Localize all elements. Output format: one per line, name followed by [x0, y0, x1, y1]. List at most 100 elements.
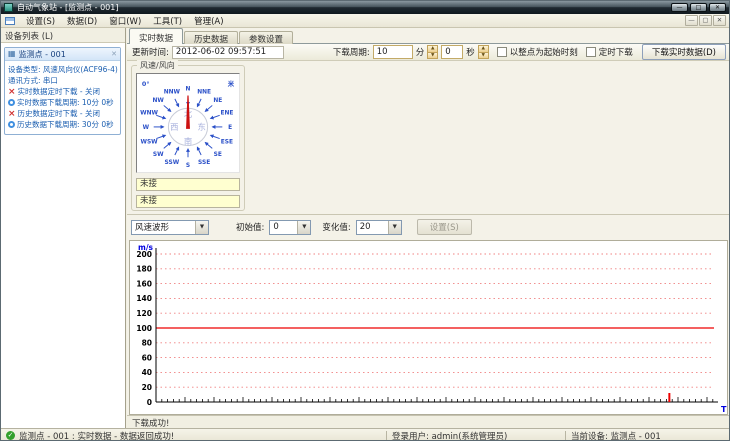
initial-value: 0: [273, 222, 279, 232]
mdi-child-icon: [5, 16, 15, 25]
svg-text:140: 140: [136, 294, 152, 303]
svg-text:ENE: ENE: [220, 110, 233, 116]
update-time-label: 更新时间:: [132, 48, 169, 58]
svg-text:NNW: NNW: [164, 90, 181, 96]
wave-type-value: 风速波形: [135, 223, 170, 233]
spinner-up-icon[interactable]: ▲: [427, 45, 439, 53]
svg-text:60: 60: [142, 353, 152, 362]
schedule-icon: [8, 99, 15, 106]
statusbar-message-text: 监测点 - 001 : 实时数据 - 数据返回成功!: [19, 431, 175, 441]
window-title: 自动气象站 - [监测点 - 001]: [17, 3, 119, 12]
device-info-list: 设备类型: 风速风向仪(ACF96-4) 通讯方式: 串口 × 实时数据定时下载 - …: [5, 61, 120, 134]
wind-compass: 0°米北南西东NNNENEENEEESESESSESSSWSWWSWWWNWNW…: [136, 73, 240, 173]
period-minutes-input[interactable]: 10: [372, 45, 413, 59]
svg-text:40: 40: [142, 368, 152, 377]
svg-text:20: 20: [142, 383, 152, 392]
device-info-line: × 历史数据定时下载 - 关闭: [8, 108, 118, 119]
chevron-down-icon: ▼: [387, 220, 401, 234]
update-time-value: 2012-06-02 09:57:51: [171, 45, 284, 59]
realtime-content: 风速/风向 0°米北南西东NNNENEENEEESESESSESSSWSWWSW…: [127, 60, 729, 429]
svg-text:米: 米: [228, 79, 235, 88]
device-info-text: 历史数据下载周期: 30分 0秒: [17, 120, 114, 129]
menu-item-3[interactable]: 工具(T): [147, 14, 188, 28]
tab-parameter-settings[interactable]: 参数设置: [239, 31, 294, 45]
svg-text:南: 南: [184, 137, 192, 147]
svg-text:NNE: NNE: [197, 90, 211, 96]
mdi-close-button[interactable]: ✕: [713, 15, 726, 26]
app-window: 自动气象站 - [监测点 - 001] — □ ✕ 设置(S) 数据(D) 窗口(W…: [0, 0, 730, 441]
wave-type-select[interactable]: 风速波形 ▼: [131, 219, 209, 235]
mdi-restore-button[interactable]: ▢: [699, 15, 712, 26]
minutes-spinner[interactable]: ▲ ▼: [427, 45, 439, 59]
statusbar-message: ✓ 监测点 - 001 : 实时数据 - 数据返回成功!: [1, 430, 386, 441]
svg-text:东: 东: [198, 122, 206, 132]
tab-history-data[interactable]: 历史数据: [184, 31, 239, 45]
app-icon: [4, 3, 13, 12]
realtime-toolbar: 更新时间: 2012-06-02 09:57:51 下载周期: 10 分 ▲ ▼ …: [127, 43, 729, 61]
tab-realtime-data[interactable]: 实时数据: [129, 28, 184, 44]
svg-text:100: 100: [136, 324, 152, 333]
download-realtime-button[interactable]: 下载实时数据(D): [641, 44, 726, 60]
download-period-label: 下载周期:: [332, 48, 370, 58]
device-list-header: 设备列表 (L): [1, 28, 125, 43]
statusbar-user: 登录用户: admin(系统管理员): [392, 431, 508, 441]
mdi-window-controls: — ▢ ✕: [685, 15, 726, 26]
svg-text:180: 180: [136, 265, 152, 274]
device-list-sidebar: 设备列表 (L) ▦ 监测点 - 001 ✕ 设备类型: 风速风向仪(ACF96…: [1, 28, 126, 428]
period-seconds-input[interactable]: 0: [441, 45, 464, 59]
svg-text:WNW: WNW: [140, 110, 158, 116]
mdi-minimize-button[interactable]: —: [685, 15, 698, 26]
svg-text:N: N: [186, 87, 191, 93]
menu-item-2[interactable]: 窗口(W): [103, 14, 147, 28]
svg-text:ESE: ESE: [221, 140, 233, 146]
svg-text:NW: NW: [152, 98, 164, 104]
seconds-spinner[interactable]: ▲ ▼: [477, 45, 489, 59]
device-info-text: 历史数据定时下载 - 关闭: [17, 109, 101, 118]
svg-text:m/s: m/s: [138, 243, 154, 252]
menu-item-0[interactable]: 设置(S): [20, 14, 61, 28]
maximize-button[interactable]: □: [690, 3, 707, 12]
device-panel-title: 监测点 - 001: [18, 49, 66, 59]
minimize-button[interactable]: —: [671, 3, 688, 12]
start-on-hour-option: 以整点为起始时刻: [496, 46, 578, 58]
disabled-icon: ×: [8, 108, 16, 119]
wind-speed-field: 未接: [136, 178, 240, 191]
close-button[interactable]: ✕: [709, 3, 726, 12]
device-panel-header[interactable]: ▦ 监测点 - 001 ✕: [5, 48, 120, 61]
menu-items: 设置(S) 数据(D) 窗口(W) 工具(T) 管理(A): [20, 14, 230, 28]
device-info-line: 通讯方式: 串口: [8, 75, 118, 86]
spinner-down-icon[interactable]: ▼: [477, 52, 489, 59]
spinner-up-icon[interactable]: ▲: [477, 45, 489, 53]
device-panel[interactable]: ▦ 监测点 - 001 ✕ 设备类型: 风速风向仪(ACF96-4) 通讯方式: …: [4, 47, 121, 135]
minutes-unit-label: 分: [415, 48, 425, 58]
change-value: 20: [359, 222, 371, 232]
device-info-line: 实时数据下载周期: 10分 0秒: [8, 97, 118, 108]
svg-text:T: T: [721, 405, 727, 414]
statusbar-device: 当前设备: 监测点 - 001: [571, 431, 661, 441]
main-panel: 实时数据 历史数据 参数设置 更新时间: 2012-06-02 09:57:51 下…: [127, 28, 729, 429]
svg-text:E: E: [228, 125, 232, 131]
change-value-select[interactable]: 20 ▼: [355, 219, 402, 235]
checkbox-timed-download-label: 定时下载: [598, 48, 633, 58]
settings-button[interactable]: 设置(S): [416, 219, 472, 235]
checkbox-start-on-hour[interactable]: [496, 47, 507, 57]
svg-text:160: 160: [136, 279, 152, 288]
svg-text:0: 0: [147, 398, 152, 407]
svg-text:S: S: [186, 163, 190, 169]
initial-value-select[interactable]: 0 ▼: [269, 219, 312, 235]
download-status-text: 下载成功!: [127, 415, 729, 429]
initial-value-label: 初始值:: [236, 223, 265, 233]
svg-text:NE: NE: [213, 98, 222, 104]
svg-text:80: 80: [142, 339, 152, 348]
spinner-down-icon[interactable]: ▼: [427, 52, 439, 59]
menu-item-4[interactable]: 管理(A): [188, 14, 229, 28]
svg-text:SW: SW: [153, 152, 164, 158]
checkbox-timed-download[interactable]: [585, 47, 596, 57]
waveform-controls: 风速波形 ▼ 初始值: 0 ▼ 变化值: 20 ▼ 设置(S): [131, 218, 472, 236]
device-info-text: 设备类型: 风速风向仪(ACF96-4): [8, 65, 118, 74]
device-info-text: 实时数据定时下载 - 关闭: [17, 87, 101, 96]
panel-pin-icon[interactable]: ✕: [111, 50, 117, 58]
menu-item-1[interactable]: 数据(D): [61, 14, 103, 28]
section-divider: [127, 214, 729, 215]
menu-bar: 设置(S) 数据(D) 窗口(W) 工具(T) 管理(A) — ▢ ✕: [1, 14, 729, 28]
